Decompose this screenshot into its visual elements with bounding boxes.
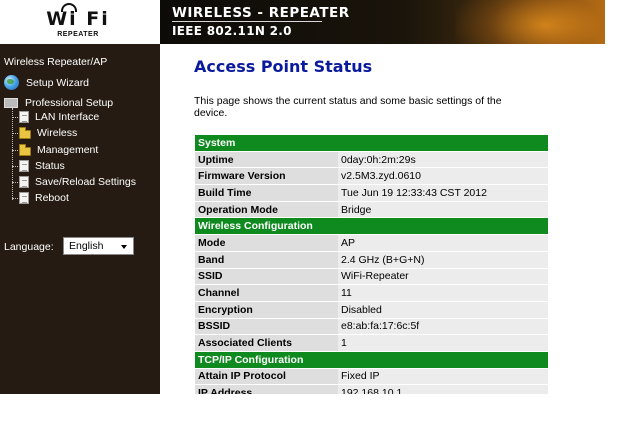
row-value: WiFi-Repeater bbox=[338, 268, 548, 285]
row-label: Firmware Version bbox=[195, 168, 338, 185]
row-value: 0day:0h:2m:29s bbox=[338, 151, 548, 168]
sidebar-item-reboot[interactable]: Reboot bbox=[12, 191, 69, 205]
page-icon bbox=[19, 192, 29, 204]
sidebar-item-label: Professional Setup bbox=[25, 97, 114, 109]
logo-text: Wi Fi bbox=[46, 8, 110, 30]
row-label: SSID bbox=[195, 268, 338, 285]
table-row: Firmware Version v2.5M3.zyd.0610 bbox=[195, 168, 548, 185]
table-row: SSID WiFi-Repeater bbox=[195, 268, 548, 285]
sidebar: Wireless Repeater/AP Setup Wizard Profes… bbox=[0, 44, 160, 394]
folder-icon bbox=[19, 143, 31, 156]
row-value: Bridge bbox=[338, 201, 548, 218]
row-label: Attain IP Protocol bbox=[195, 368, 338, 385]
page-icon bbox=[19, 160, 29, 172]
table-row: BSSID e8:ab:fa:17:6c:5f bbox=[195, 318, 548, 335]
row-value: 11 bbox=[338, 285, 548, 301]
row-label: Uptime bbox=[195, 151, 338, 168]
row-value: AP bbox=[338, 235, 548, 251]
chevron-down-icon bbox=[121, 245, 127, 249]
row-label: Operation Mode bbox=[195, 201, 338, 218]
row-label: Build Time bbox=[195, 185, 338, 201]
sidebar-item-save-reload-settings[interactable]: Save/Reload Settings bbox=[12, 175, 136, 189]
banner-title: WIRELESS - REPEATER bbox=[172, 5, 350, 21]
section-header-wireless: Wireless Configuration bbox=[195, 218, 548, 235]
language-selected-value: English bbox=[69, 240, 104, 252]
sidebar-title[interactable]: Wireless Repeater/AP bbox=[4, 56, 107, 68]
table-row: Band 2.4 GHz (B+G+N) bbox=[195, 251, 548, 268]
row-value: 2.4 GHz (B+G+N) bbox=[338, 251, 548, 268]
row-label: Mode bbox=[195, 235, 338, 251]
page-description: This page shows the current status and s… bbox=[194, 95, 502, 119]
row-label: Associated Clients bbox=[195, 335, 338, 351]
sidebar-item-label: Status bbox=[35, 160, 65, 172]
page-icon bbox=[19, 111, 29, 123]
banner-glow bbox=[455, 0, 605, 44]
table-row: Mode AP bbox=[195, 235, 548, 251]
section-title: TCP/IP Configuration bbox=[195, 351, 548, 368]
sidebar-item-status[interactable]: Status bbox=[12, 159, 65, 173]
row-value: v2.5M3.zyd.0610 bbox=[338, 168, 548, 185]
section-title: Wireless Configuration bbox=[195, 218, 548, 235]
banner-subtitle: IEEE 802.11N 2.0 bbox=[172, 24, 292, 38]
table-row: Encryption Disabled bbox=[195, 301, 548, 318]
row-label: Encryption bbox=[195, 301, 338, 318]
page-title: Access Point Status bbox=[194, 57, 373, 76]
sidebar-item-lan-interface[interactable]: LAN Interface bbox=[12, 110, 99, 124]
language-label: Language: bbox=[4, 241, 54, 253]
sidebar-item-label: Wireless bbox=[37, 127, 78, 139]
folder-icon bbox=[19, 126, 31, 139]
row-value: 1 bbox=[338, 335, 548, 351]
bottom-blank-area bbox=[0, 394, 639, 432]
sidebar-item-management[interactable]: Management bbox=[12, 143, 98, 157]
row-label: Channel bbox=[195, 285, 338, 301]
globe-icon bbox=[4, 75, 19, 90]
banner-divider bbox=[172, 21, 322, 22]
sidebar-item-professional-setup[interactable]: Professional Setup bbox=[4, 97, 113, 109]
table-row: Channel 11 bbox=[195, 285, 548, 301]
table-row: Attain IP Protocol Fixed IP bbox=[195, 368, 548, 385]
row-value: Disabled bbox=[338, 301, 548, 318]
computer-icon bbox=[4, 98, 18, 108]
section-header-system: System bbox=[195, 135, 548, 151]
logo: Wi Fi REPEATER bbox=[0, 0, 160, 44]
sidebar-item-label: Management bbox=[37, 144, 99, 156]
page-icon bbox=[19, 176, 29, 188]
sidebar-item-label: Reboot bbox=[35, 192, 69, 204]
sidebar-item-wireless[interactable]: Wireless bbox=[12, 126, 77, 140]
sidebar-item-label: Save/Reload Settings bbox=[35, 176, 136, 188]
row-label: Band bbox=[195, 251, 338, 268]
header-banner: WIRELESS - REPEATER IEEE 802.11N 2.0 bbox=[160, 0, 605, 44]
language-select[interactable]: English bbox=[63, 237, 134, 255]
section-header-tcpip: TCP/IP Configuration bbox=[195, 351, 548, 368]
row-value: e8:ab:fa:17:6c:5f bbox=[338, 318, 548, 335]
status-table: System Uptime 0day:0h:2m:29s Firmware Ve… bbox=[195, 134, 548, 402]
row-label: BSSID bbox=[195, 318, 338, 335]
sidebar-item-setup-wizard[interactable]: Setup Wizard bbox=[4, 75, 89, 90]
table-row: Uptime 0day:0h:2m:29s bbox=[195, 151, 548, 168]
row-value: Fixed IP bbox=[338, 368, 548, 385]
sidebar-item-label: Setup Wizard bbox=[26, 76, 90, 89]
sidebar-item-label: LAN Interface bbox=[35, 111, 100, 123]
table-row: Operation Mode Bridge bbox=[195, 201, 548, 218]
logo-subtext: REPEATER bbox=[57, 31, 99, 38]
table-row: Build Time Tue Jun 19 12:33:43 CST 2012 bbox=[195, 185, 548, 201]
row-value: Tue Jun 19 12:33:43 CST 2012 bbox=[338, 185, 548, 201]
section-title: System bbox=[195, 135, 548, 151]
table-row: Associated Clients 1 bbox=[195, 335, 548, 351]
